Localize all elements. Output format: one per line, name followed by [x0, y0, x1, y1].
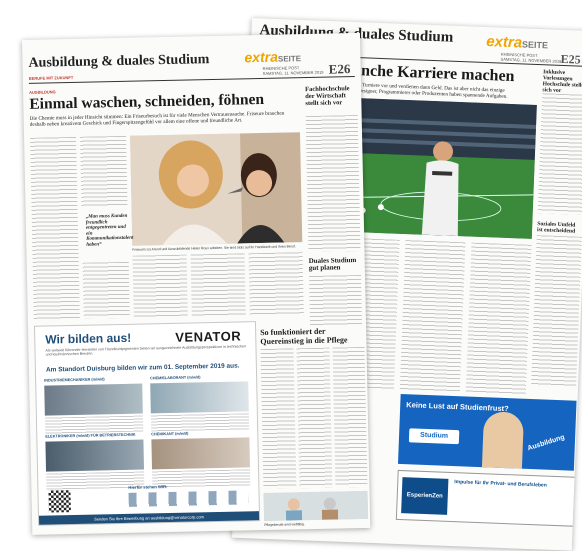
back-study-ad-label-2: Ausbildung	[526, 433, 566, 453]
front-text-column-2a	[80, 135, 128, 207]
ad-job-1: INDUSTRIEMECHANIKER (m/w/d)	[44, 377, 144, 434]
ad-values-label: Hierfür stehen WIR:	[128, 484, 168, 490]
front-page-number: E26	[328, 61, 351, 77]
ad-job-text	[44, 415, 144, 434]
ad-job-title: CHEMIELABORANT (m/w/d)	[150, 375, 201, 381]
front-hairdresser-photo	[130, 132, 303, 246]
front-section-title: Ausbildung & duales Studium	[28, 52, 210, 71]
ad-values-icons	[128, 490, 249, 507]
ad-job-photo	[45, 439, 145, 472]
front-kicker: AUSBILDUNG	[29, 89, 56, 95]
venator-logo: VENATOR	[175, 328, 242, 345]
back-esperienzen-ad: EsperienZen Impulse für Ihr Privat- und …	[395, 469, 576, 527]
back-side-headline: Inklusive Vorlesungen Hochschule stellt …	[542, 69, 582, 94]
front-date: SAMSTAG, 11. NOVEMBER 2019	[262, 69, 324, 76]
back-study-ad-person	[481, 411, 525, 469]
qr-code	[48, 490, 71, 513]
front-feature-caption: Pflegeberufe sind vielfältig.	[264, 522, 305, 528]
back-text-column-3	[465, 242, 532, 395]
back-side-column-2	[531, 235, 582, 387]
back-side-headline-2: Soziales Umfeld ist entscheidend	[536, 221, 576, 235]
front-side-headline-1: Fachhochschule der Wirtschaft stellt sic…	[305, 85, 350, 108]
back-esperienzen-text: Impulse für Ihr Privat- und Berufsleben	[454, 479, 547, 489]
ad-job-photo	[44, 383, 143, 416]
ad-job-title: INDUSTRIEMECHANIKER (m/w/d)	[44, 377, 105, 383]
front-text-column-3	[132, 254, 188, 318]
ad-site-line: Am Standort Duisburg bilden wir zum 01. …	[45, 362, 240, 374]
venator-job-ad: Wir bilden aus! VENATOR Als weltweit füh…	[33, 321, 261, 526]
front-feature-photo	[263, 490, 369, 522]
ad-subtitle: Als weltweit führender Hersteller von Ti…	[45, 344, 247, 357]
front-extra-logo: extraSEITE	[244, 48, 302, 66]
back-text-column-2	[399, 240, 466, 393]
front-subline: BERUFE MIT ZUKUNFT	[28, 74, 74, 81]
back-extra-logo: extraSEITE	[485, 33, 549, 52]
front-text-column-2b	[82, 261, 130, 319]
ad-job-text	[150, 413, 250, 432]
back-study-ad-text: Keine Lust auf Studienfrust?	[406, 400, 509, 414]
front-newspaper-page: Ausbildung & duales Studium BERUFE MIT Z…	[22, 32, 371, 535]
front-side-column-2	[309, 274, 363, 327]
ad-job-2: CHEMIELABORANT (m/w/d)	[150, 374, 250, 432]
ad-title: Wir bilden aus!	[45, 330, 132, 347]
front-headline: Einmal waschen, schneiden, föhnen	[29, 90, 265, 113]
front-feature-column-1	[260, 348, 297, 490]
ad-job-photo	[151, 437, 250, 470]
front-side-column-1	[305, 114, 361, 253]
front-rule	[28, 76, 355, 84]
back-study-ad: Keine Lust auf Studienfrust? Studium Aus…	[397, 393, 577, 471]
ad-job-4: CHEMIKANT (m/w/d)	[151, 430, 251, 488]
ad-job-3: ELEKTRONIKER (m/w/d) FÜR BETRIEBSTECHNIK	[45, 432, 145, 490]
ad-job-title: CHEMIKANT (m/w/d)	[151, 431, 189, 437]
back-side-column	[537, 93, 582, 215]
front-feature-column-3	[332, 346, 368, 488]
care-scene-illustration	[263, 490, 369, 522]
ad-job-photo	[150, 381, 249, 414]
back-stadium-photo	[339, 97, 537, 239]
ad-footer: Senden Sie Ihre Bewerbung an ausbildung@…	[38, 511, 260, 525]
hairdresser-scene-illustration	[130, 132, 303, 246]
front-text-column-5	[248, 252, 304, 316]
front-text-column-4	[190, 253, 246, 317]
front-pull-quote: „Man muss Kunden freundlich entgegentret…	[85, 213, 134, 248]
front-side-headline-2: Duales Studium gut planen	[308, 256, 357, 273]
stadium-scene-illustration	[339, 97, 537, 239]
back-esperienzen-logo: EsperienZen	[401, 477, 449, 515]
front-feature-column-2	[296, 347, 333, 489]
front-text-column-1	[30, 136, 80, 320]
front-feature-headline: So funktioniert der Quereinstieg in die …	[260, 326, 348, 346]
ad-job-title: ELEKTRONIKER (m/w/d) FÜR BETRIEBSTECHNIK	[45, 432, 136, 439]
back-study-ad-label: Studium	[408, 428, 460, 445]
